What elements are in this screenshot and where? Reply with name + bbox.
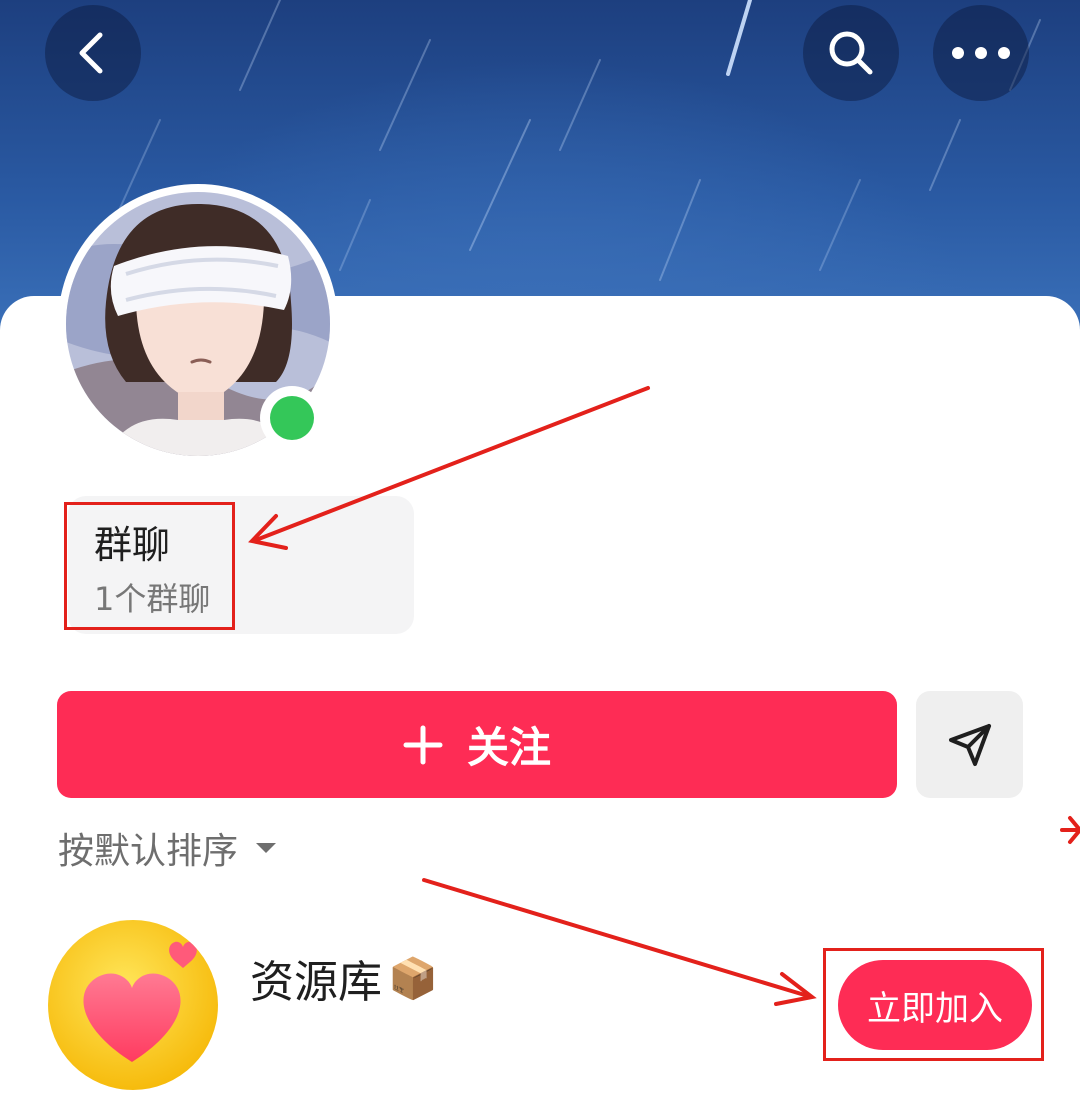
more-button[interactable] xyxy=(933,5,1029,101)
package-emoji-icon: 📦 xyxy=(388,955,438,1002)
sort-label: 按默认排序 xyxy=(58,831,239,872)
back-button[interactable] xyxy=(45,5,141,101)
plus-icon xyxy=(403,725,443,764)
online-status-indicator xyxy=(260,386,324,450)
send-icon xyxy=(948,723,991,766)
follow-label: 关注 xyxy=(466,723,551,772)
group-avatar[interactable] xyxy=(48,920,218,1090)
sort-dropdown[interactable]: 按默认排序 xyxy=(58,822,278,874)
online-dot-icon xyxy=(270,396,314,440)
caret-down-icon xyxy=(256,843,277,853)
annotation-box-group-chat xyxy=(64,502,235,630)
share-button[interactable] xyxy=(916,691,1023,798)
annotation-box-join-button xyxy=(823,948,1044,1061)
search-icon xyxy=(829,31,873,75)
search-button[interactable] xyxy=(803,5,899,101)
follow-button[interactable]: 关注 xyxy=(57,691,897,798)
heart-icon xyxy=(48,920,218,1090)
group-name-text: 资源库 xyxy=(250,957,382,1008)
chevron-left-icon xyxy=(79,32,103,74)
more-dots-icon xyxy=(952,47,1010,59)
group-list-item-name[interactable]: 资源库 📦 xyxy=(250,946,438,1010)
